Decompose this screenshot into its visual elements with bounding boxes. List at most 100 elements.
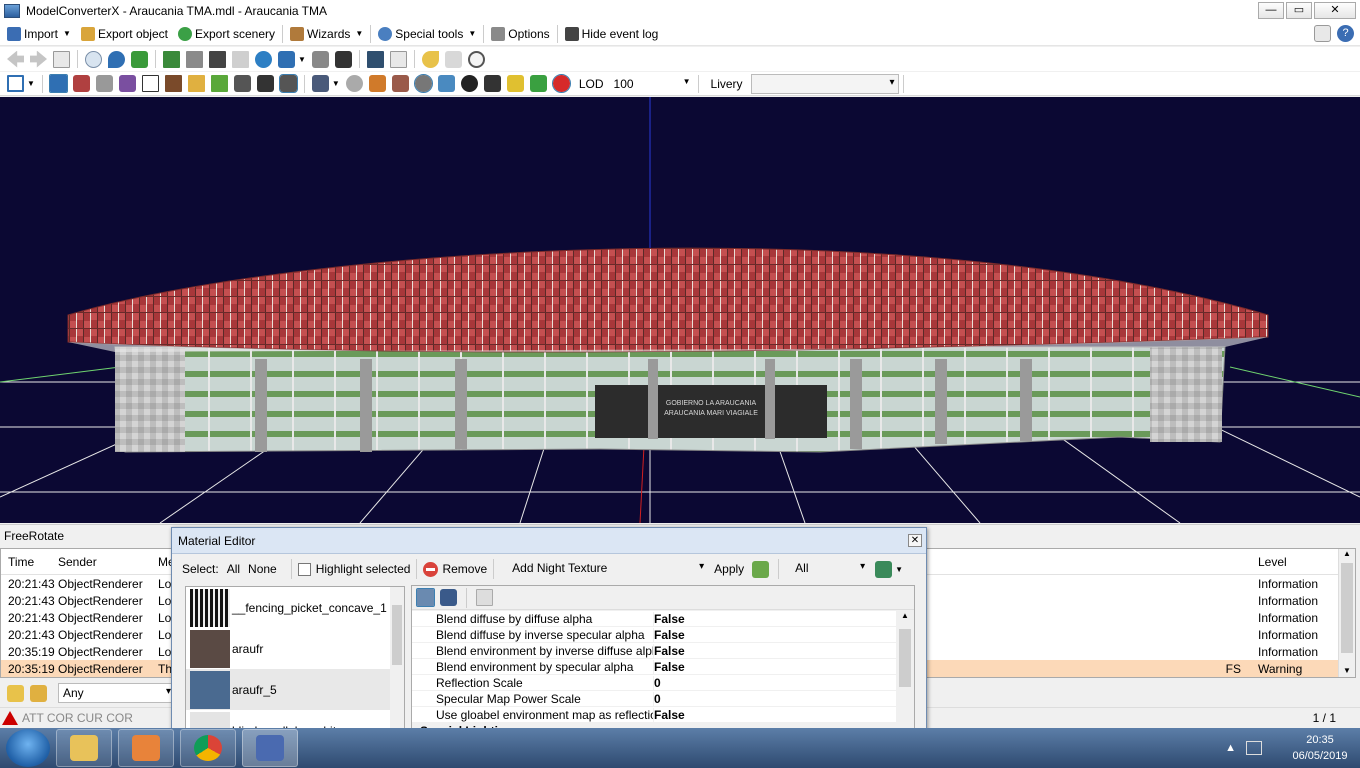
menu-options[interactable]: Options [486, 23, 554, 45]
brick-icon[interactable] [391, 75, 409, 92]
hierarchy-icon[interactable] [131, 50, 148, 68]
grid-icon[interactable] [48, 74, 68, 93]
aircraft-icon[interactable] [334, 50, 352, 68]
sort-alpha-icon[interactable] [440, 589, 457, 606]
lights-icon[interactable] [506, 75, 524, 92]
list-icon[interactable] [389, 50, 407, 68]
menu-export-scenery[interactable]: Export scenery [173, 23, 280, 45]
taskbar-explorer[interactable] [56, 729, 112, 767]
globe-icon[interactable] [255, 50, 272, 68]
refresh-icon[interactable] [529, 75, 547, 92]
maximize-button[interactable]: ▭ [1286, 2, 1312, 19]
menu-special-tools[interactable]: Special tools ▼ [373, 23, 481, 45]
level-filter-dropdown[interactable]: Any [58, 683, 176, 703]
image-icon[interactable] [186, 50, 203, 68]
box-icon[interactable] [164, 75, 182, 92]
taskbar-modelconverterx[interactable] [242, 729, 298, 767]
zoom-icon[interactable] [85, 50, 102, 68]
property-pages-icon[interactable] [476, 589, 493, 606]
highlight-label: Highlight selected [315, 562, 411, 576]
plane-icon[interactable] [256, 75, 274, 92]
film-icon[interactable] [209, 50, 226, 68]
taskbar-chrome[interactable] [180, 729, 236, 767]
property-grid-scrollbar[interactable]: ▲ [896, 611, 914, 737]
column-level[interactable]: Level [1253, 555, 1328, 569]
tray-arrow-icon[interactable]: ▲ [1225, 742, 1236, 754]
3d-viewport[interactable]: GOBIERNO LA ARAUCANIA ARAUCANIA MARI VIA… [0, 97, 1360, 523]
normals-icon[interactable] [437, 75, 455, 92]
export-icon[interactable] [875, 560, 893, 578]
column-sender[interactable]: Sender [53, 555, 153, 569]
menu-import[interactable]: Import ▼ [2, 23, 76, 45]
edit-icon[interactable] [7, 684, 24, 702]
dialog-close-button[interactable]: ✕ [908, 534, 922, 547]
fit-view-icon[interactable] [7, 75, 24, 92]
property-toolbar [412, 586, 914, 610]
property-row[interactable]: Reflection Scale 0 [412, 675, 896, 691]
list-item[interactable]: araufr_5 [186, 669, 404, 710]
property-row[interactable]: Use gloabel environment map as reflectio… [412, 707, 896, 723]
categorized-icon[interactable] [416, 588, 435, 607]
property-grid: Blend diffuse by diffuse alpha False Blen… [411, 585, 915, 737]
menu-wizards[interactable]: Wizards ▼ [285, 23, 368, 45]
screenshot-icon[interactable] [366, 50, 384, 68]
taskbar-media-player[interactable] [118, 729, 174, 767]
sphere-icon[interactable] [345, 75, 363, 92]
link-icon[interactable] [311, 50, 329, 68]
remove-button[interactable]: Remove [442, 562, 487, 576]
report-icon[interactable] [1314, 25, 1331, 42]
runway-icon[interactable] [233, 75, 251, 92]
checker-icon[interactable] [460, 75, 478, 92]
select-all-link[interactable]: All [227, 562, 240, 576]
night-texture-dropdown[interactable]: Add Night Texture [508, 558, 708, 580]
forward-arrow-icon[interactable] [30, 50, 47, 68]
livery-dropdown[interactable] [750, 73, 899, 94]
menu-export-object[interactable]: Export object [76, 23, 173, 45]
clear-icon[interactable] [30, 684, 47, 702]
network-icon[interactable] [278, 50, 295, 68]
cube-icon[interactable] [368, 75, 386, 92]
material-filter-dropdown[interactable]: All [791, 558, 869, 580]
help-icon[interactable]: ? [1337, 25, 1354, 42]
wireframe-icon[interactable] [141, 75, 159, 92]
back-arrow-icon[interactable] [7, 50, 24, 68]
clock[interactable]: 20:35 06/05/2019 [1280, 732, 1360, 764]
camera-icon[interactable] [311, 75, 329, 92]
solid-icon[interactable] [187, 75, 205, 92]
apply-icon[interactable] [752, 560, 770, 578]
network-icon[interactable] [1246, 741, 1262, 755]
molecule-icon[interactable] [118, 75, 136, 92]
property-row[interactable]: Blend diffuse by inverse specular alpha F… [412, 627, 896, 643]
clock-icon[interactable] [467, 50, 485, 68]
bomb-icon[interactable] [483, 75, 501, 92]
undo-icon[interactable] [421, 50, 439, 68]
redo-icon[interactable] [444, 50, 462, 68]
minimize-button[interactable]: — [1258, 2, 1284, 19]
document-icon[interactable] [53, 50, 70, 68]
property-row[interactable]: Blend environment by specular alpha False [412, 659, 896, 675]
texture-list-scrollbar[interactable] [390, 587, 404, 735]
close-button[interactable]: ✕ [1314, 2, 1356, 19]
pin-icon[interactable] [108, 50, 125, 68]
list-item[interactable]: __fencing_picket_concave_1 [186, 587, 404, 628]
lod-dropdown[interactable]: 100 ▼ [614, 77, 694, 91]
disabled-icon[interactable] [232, 50, 249, 68]
texture-icon[interactable] [163, 50, 180, 68]
menu-hide-event-log[interactable]: Hide event log [560, 23, 664, 45]
axes-icon[interactable] [72, 75, 90, 92]
highlight-checkbox[interactable] [297, 562, 311, 576]
list-item[interactable]: araufr [186, 628, 404, 669]
tools-icon[interactable] [278, 74, 298, 93]
column-time[interactable]: Time [1, 555, 53, 569]
property-row[interactable]: Blend environment by inverse diffuse alp… [412, 643, 896, 659]
select-none-link[interactable]: None [248, 562, 277, 576]
event-log-scrollbar[interactable]: ▲ ▼ [1338, 549, 1355, 677]
property-row[interactable]: Specular Map Power Scale 0 [412, 691, 896, 707]
property-row[interactable]: Blend diffuse by diffuse alpha False [412, 611, 896, 627]
measure-icon[interactable] [95, 75, 113, 92]
apply-button[interactable]: Apply [714, 562, 744, 576]
apple-icon[interactable] [551, 74, 571, 93]
environment-icon[interactable] [413, 74, 433, 93]
start-button[interactable] [6, 729, 50, 767]
ground-icon[interactable] [210, 75, 228, 92]
